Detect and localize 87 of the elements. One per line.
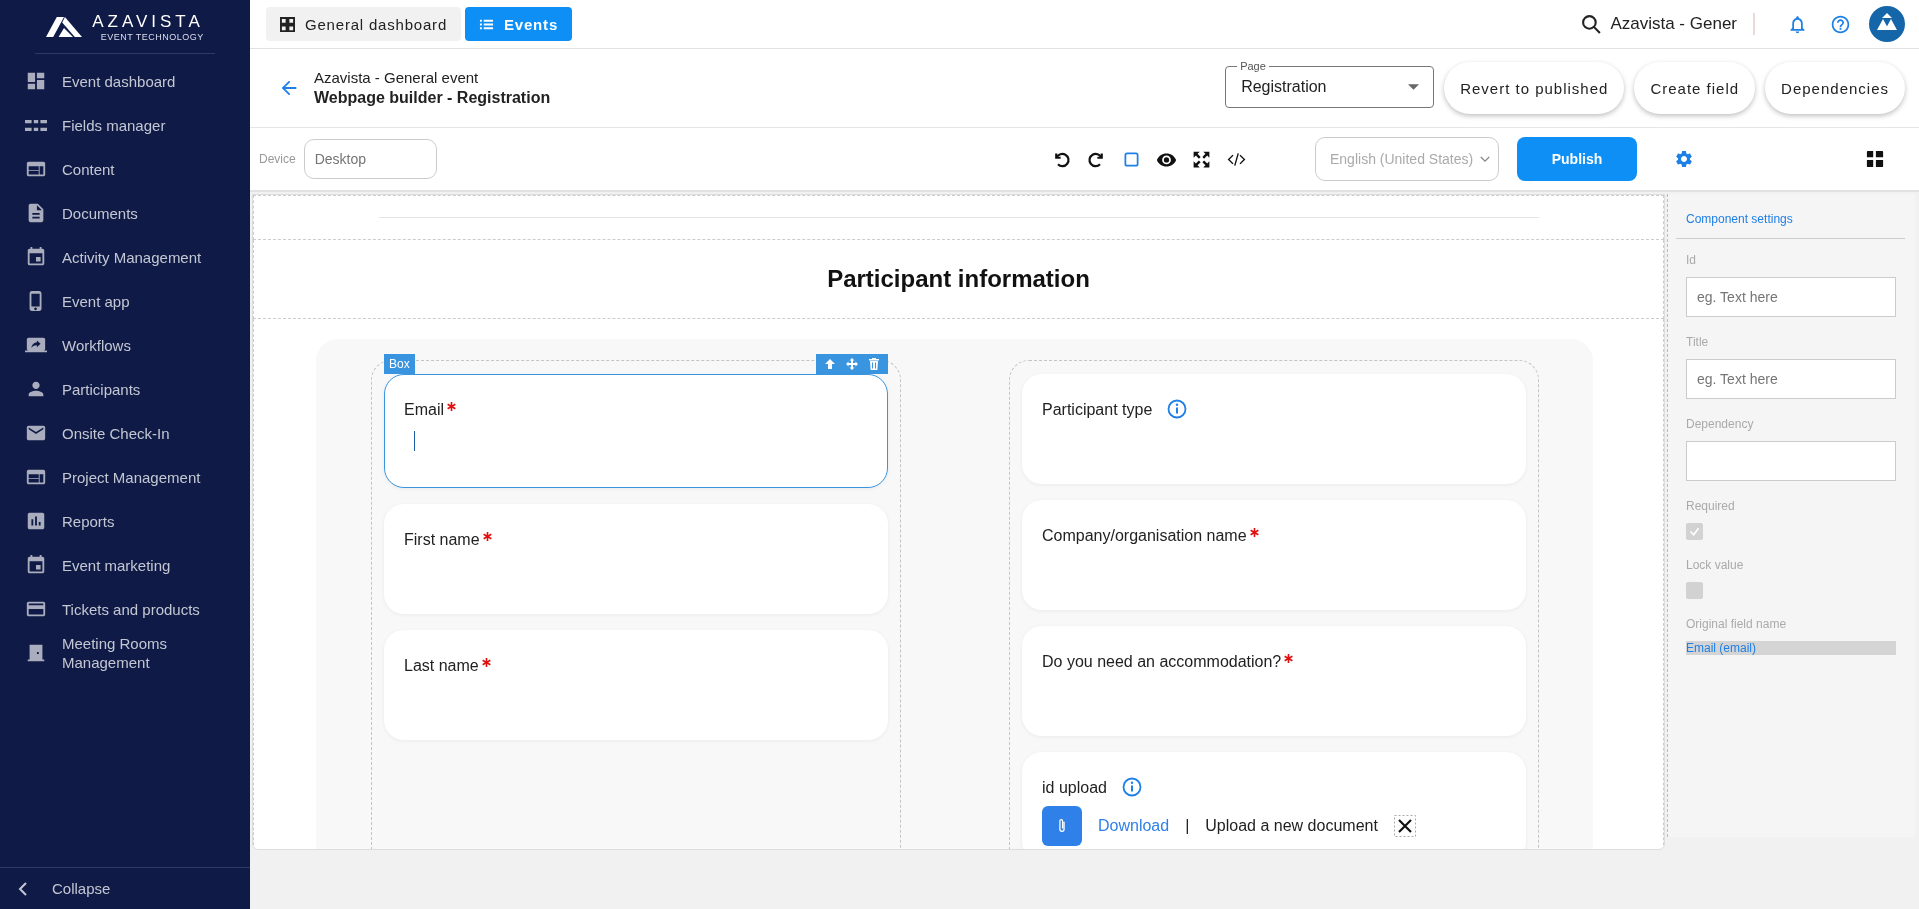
event-search-text[interactable]: Azavista - Gener (1610, 14, 1737, 34)
component-settings-tab[interactable]: Component settings (1676, 212, 1905, 239)
sidebar-item[interactable]: Participants (0, 367, 250, 411)
sidebar-item[interactable]: Documents (0, 191, 250, 235)
sidebar-item[interactable]: Meeting Rooms Management (0, 631, 250, 675)
sidebar-item[interactable]: Tickets and products (0, 587, 250, 631)
form-field-card[interactable]: Last name (384, 630, 888, 740)
event-name: Azavista - General event (314, 69, 480, 86)
settings-icon[interactable] (1674, 149, 1694, 169)
setting-label: Required (1686, 499, 1736, 513)
setting-label: Title (1686, 335, 1710, 349)
required-asterisk-icon (482, 532, 492, 541)
form-field-card[interactable]: Email (384, 374, 888, 488)
info-icon[interactable] (1121, 777, 1142, 797)
calendar-icon (25, 246, 47, 268)
form-field-card[interactable]: Do you need an accommodation? (1022, 626, 1526, 736)
form-field-card[interactable]: Participant type (1022, 374, 1526, 484)
close-icon[interactable] (1393, 815, 1416, 837)
header-button[interactable]: Revert to published (1444, 62, 1625, 114)
sidebar-item[interactable]: Fields manager (0, 103, 250, 147)
section-title: Participant information (827, 265, 1090, 293)
calendar-icon (25, 554, 47, 576)
device-label: Device (259, 152, 296, 166)
logo-icon (46, 16, 83, 37)
required-asterisk-icon (1284, 654, 1294, 663)
setting-label: Lock value (1686, 558, 1745, 572)
sidebar-item[interactable]: Content (0, 147, 250, 191)
text-cursor (414, 431, 415, 451)
form-field-card[interactable]: Company/organisation name (1022, 500, 1526, 610)
field-label: id upload (1042, 779, 1107, 797)
sidebar-item[interactable]: Activity Management (0, 235, 250, 279)
sidebar-item[interactable]: Event marketing (0, 543, 250, 587)
form-field-card[interactable]: id upload Download | Upload a new document (1022, 752, 1526, 849)
input-field[interactable]: eg. Text here (1686, 359, 1896, 399)
required-asterisk-icon (447, 402, 456, 411)
door-icon (25, 642, 47, 664)
check-icon (1688, 525, 1701, 538)
form-field-card[interactable]: First name (384, 504, 888, 614)
avatar-icon[interactable] (1869, 6, 1905, 42)
field-label: Email (404, 401, 444, 419)
chevron-left-icon (18, 881, 28, 896)
logo-wordmark: AZAVISTA (92, 11, 204, 32)
header-button[interactable]: Create field (1634, 62, 1756, 114)
trash-icon[interactable] (868, 358, 880, 370)
caret-icon (1408, 83, 1420, 90)
sidebar-item[interactable]: Workflows (0, 323, 250, 367)
required-asterisk-icon (1249, 528, 1259, 537)
grid-icon (280, 16, 295, 32)
sidebar-item[interactable]: Onsite Check-In (0, 411, 250, 455)
upload-text[interactable]: Upload a new document (1205, 817, 1378, 835)
info-icon[interactable] (1167, 399, 1188, 419)
dashes-icon (25, 119, 47, 131)
setting-label: Original field name (1686, 617, 1788, 631)
paperclip-icon (1057, 817, 1067, 835)
logo-tagline: EVENT TECHNOLOGY (100, 31, 204, 42)
field-label: First name (404, 531, 480, 549)
dashboard-icon (25, 70, 47, 92)
device-field[interactable]: Desktop (303, 139, 437, 179)
input-field[interactable] (1686, 441, 1896, 481)
field-label: Do you need an accommodation? (1042, 653, 1282, 671)
chevron-down-icon (1480, 155, 1490, 163)
field-label: Last name (404, 657, 479, 675)
attach-button[interactable] (1042, 806, 1082, 846)
help-icon[interactable] (1830, 13, 1851, 35)
field-label: Company/organisation name (1042, 527, 1247, 545)
move-icon[interactable] (846, 358, 858, 370)
setting-label: Dependency (1686, 417, 1755, 431)
page-title: Webpage builder - Registration (314, 89, 552, 107)
sidebar-item[interactable]: Project Management (0, 455, 250, 499)
sidebar-item[interactable]: Reports (0, 499, 250, 543)
bar-chart-icon (25, 510, 47, 532)
required-asterisk-icon (481, 658, 491, 667)
header-button[interactable]: Dependencies (1765, 62, 1905, 114)
separator-text: | (1185, 817, 1190, 835)
setting-label: Id (1686, 253, 1697, 267)
original-field-value: Email (email) (1686, 641, 1896, 655)
blocks-icon[interactable] (1866, 150, 1884, 168)
arrow-up-icon[interactable] (824, 358, 836, 370)
sidebar-item[interactable]: Event dashboard (0, 59, 250, 103)
nav-tab[interactable]: General dashboard (266, 7, 462, 41)
sidebar-item[interactable]: Event app (0, 279, 250, 323)
download-link[interactable]: Download (1098, 817, 1170, 835)
search-icon[interactable] (1581, 13, 1603, 35)
input-field[interactable]: eg. Text here (1686, 277, 1896, 317)
field-label: Participant type (1042, 401, 1153, 419)
page-select[interactable]: Page Registration (1225, 60, 1435, 108)
box-tag: Box (384, 354, 415, 374)
